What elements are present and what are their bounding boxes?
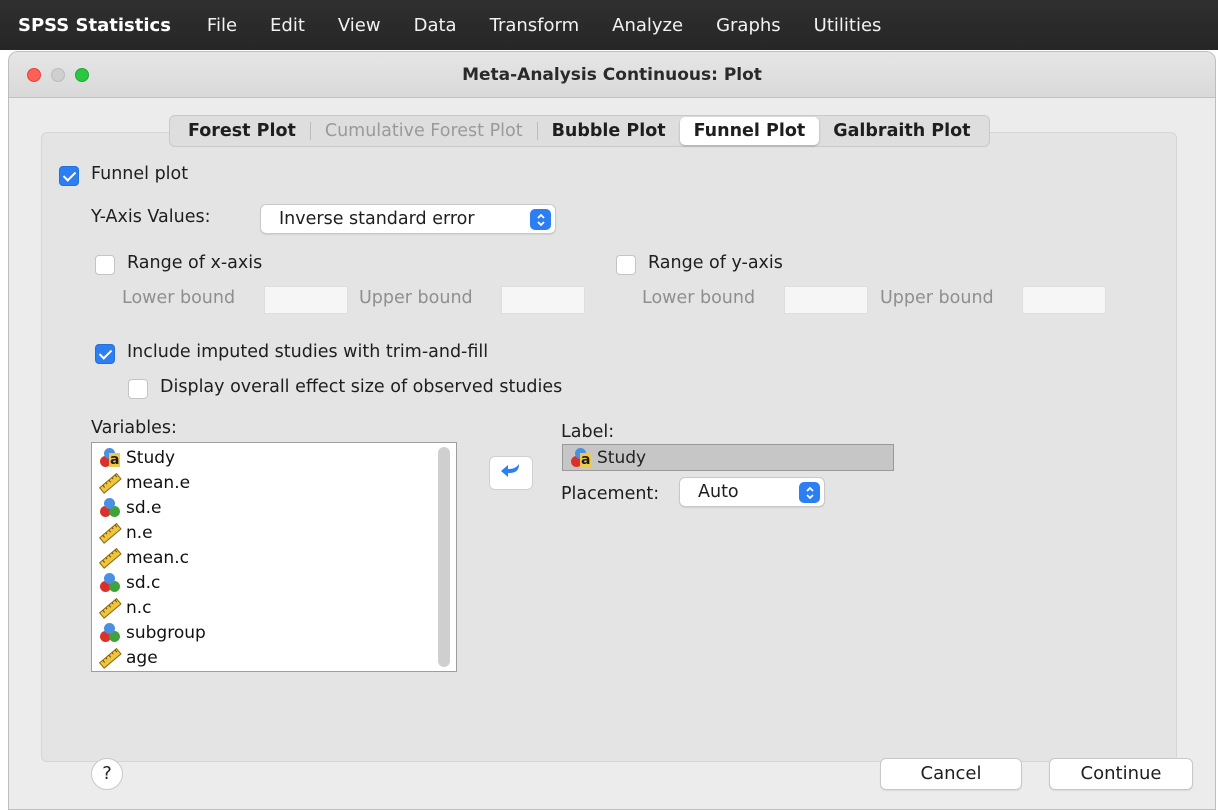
list-item[interactable]: sd.e (98, 495, 162, 520)
variable-name: sd.c (126, 572, 161, 593)
variable-name: sd.e (126, 497, 162, 518)
menu-view[interactable]: View (338, 15, 381, 36)
dialog-window: Meta-Analysis Continuous: Plot Forest Pl… (8, 51, 1216, 810)
tab-forest-plot[interactable]: Forest Plot (174, 117, 310, 145)
y-lower-bound-input[interactable] (784, 286, 868, 314)
arrow-left-icon (500, 462, 522, 484)
nominal-icon (98, 497, 122, 519)
scale-ruler-icon (98, 522, 122, 544)
placement-value: Auto (698, 482, 739, 502)
tab-funnel-plot[interactable]: Funnel Plot (679, 117, 820, 145)
observed-effect-label: Display overall effect size of observed … (160, 377, 563, 397)
y-upper-bound-input[interactable] (1022, 286, 1106, 314)
list-item[interactable]: n.e (98, 520, 153, 545)
scale-ruler-icon (98, 647, 122, 669)
y-lower-bound-label: Lower bound (642, 288, 756, 308)
trim-and-fill-label: Include imputed studies with trim-and-fi… (127, 342, 489, 362)
variable-name: mean.c (126, 547, 189, 568)
move-to-label-button[interactable] (489, 456, 533, 490)
y-axis-values-value: Inverse standard error (279, 209, 475, 229)
list-item[interactable]: a Study (98, 445, 175, 470)
list-item[interactable]: n.c (98, 595, 152, 620)
tab-cumulative-forest-plot: Cumulative Forest Plot (324, 121, 523, 141)
x-upper-bound-input[interactable] (501, 286, 585, 314)
scale-ruler-icon (98, 472, 122, 494)
nominal-string-icon: a (98, 447, 122, 469)
scale-ruler-icon (98, 547, 122, 569)
continue-button[interactable]: Continue (1049, 758, 1193, 790)
y-upper-bound-label: Upper bound (880, 288, 994, 308)
menu-edit[interactable]: Edit (270, 15, 305, 36)
trim-and-fill-checkbox[interactable] (95, 344, 115, 364)
title-bar: Meta-Analysis Continuous: Plot (9, 52, 1215, 98)
list-item[interactable]: sd.c (98, 570, 160, 595)
label-target-value: Study (597, 447, 647, 468)
range-y-axis-checkbox[interactable] (616, 255, 636, 275)
menu-file[interactable]: File (207, 15, 237, 36)
help-button[interactable]: ? (91, 758, 123, 790)
variable-name: n.e (126, 522, 153, 543)
nominal-icon (98, 572, 122, 594)
funnel-plot-label: Funnel plot (91, 164, 189, 184)
variable-name: mean.e (126, 472, 191, 493)
x-upper-bound-label: Upper bound (359, 288, 473, 308)
menu-utilities[interactable]: Utilities (814, 15, 882, 36)
window-title: Meta-Analysis Continuous: Plot (462, 65, 762, 85)
tab-galbraith-plot[interactable]: Galbraith Plot (819, 117, 984, 145)
chevron-up-down-icon (799, 482, 820, 503)
list-item[interactable]: age (98, 645, 158, 670)
range-y-axis-label: Range of y-axis (648, 253, 783, 273)
list-item[interactable]: mean.c (98, 545, 189, 570)
chevron-up-down-icon (530, 209, 551, 230)
x-lower-bound-input[interactable] (264, 286, 348, 314)
variable-name: subgroup (126, 622, 206, 643)
menu-graphs[interactable]: Graphs (716, 15, 781, 36)
menu-transform[interactable]: Transform (490, 15, 580, 36)
label-target-field[interactable]: a Study (562, 444, 894, 471)
list-item[interactable]: subgroup (98, 620, 206, 645)
list-item[interactable]: mean.e (98, 470, 190, 495)
nominal-icon (98, 622, 122, 644)
cancel-button[interactable]: Cancel (880, 758, 1022, 790)
menu-bar: SPSS Statistics File Edit View Data Tran… (0, 0, 1218, 50)
menu-data[interactable]: Data (414, 15, 457, 36)
nominal-string-icon: a (569, 447, 593, 469)
range-x-axis-label: Range of x-axis (127, 253, 263, 273)
placement-select[interactable]: Auto (679, 477, 825, 507)
variable-name: Study (126, 447, 176, 468)
variables-list[interactable]: a Study mean.e sd.e n.e mean.c sd.c n.c (91, 442, 457, 672)
app-menu[interactable]: SPSS Statistics (18, 15, 171, 36)
menu-analyze[interactable]: Analyze (612, 15, 683, 36)
placement-label: Placement: (561, 484, 660, 504)
variables-heading: Variables: (91, 418, 177, 438)
variable-name: age (126, 647, 158, 668)
tab-bar: Forest Plot Cumulative Forest Plot Bubbl… (169, 115, 990, 147)
x-lower-bound-label: Lower bound (122, 288, 236, 308)
funnel-plot-checkbox[interactable] (59, 166, 79, 186)
y-axis-values-label: Y-Axis Values: (91, 207, 211, 227)
scale-ruler-icon (98, 597, 122, 619)
tab-bubble-plot[interactable]: Bubble Plot (538, 117, 680, 145)
observed-effect-checkbox[interactable] (128, 379, 148, 399)
y-axis-values-select[interactable]: Inverse standard error (260, 204, 556, 234)
label-heading: Label: (561, 422, 615, 442)
variables-scrollbar[interactable] (438, 447, 450, 667)
variable-name: n.c (126, 597, 152, 618)
range-x-axis-checkbox[interactable] (95, 255, 115, 275)
